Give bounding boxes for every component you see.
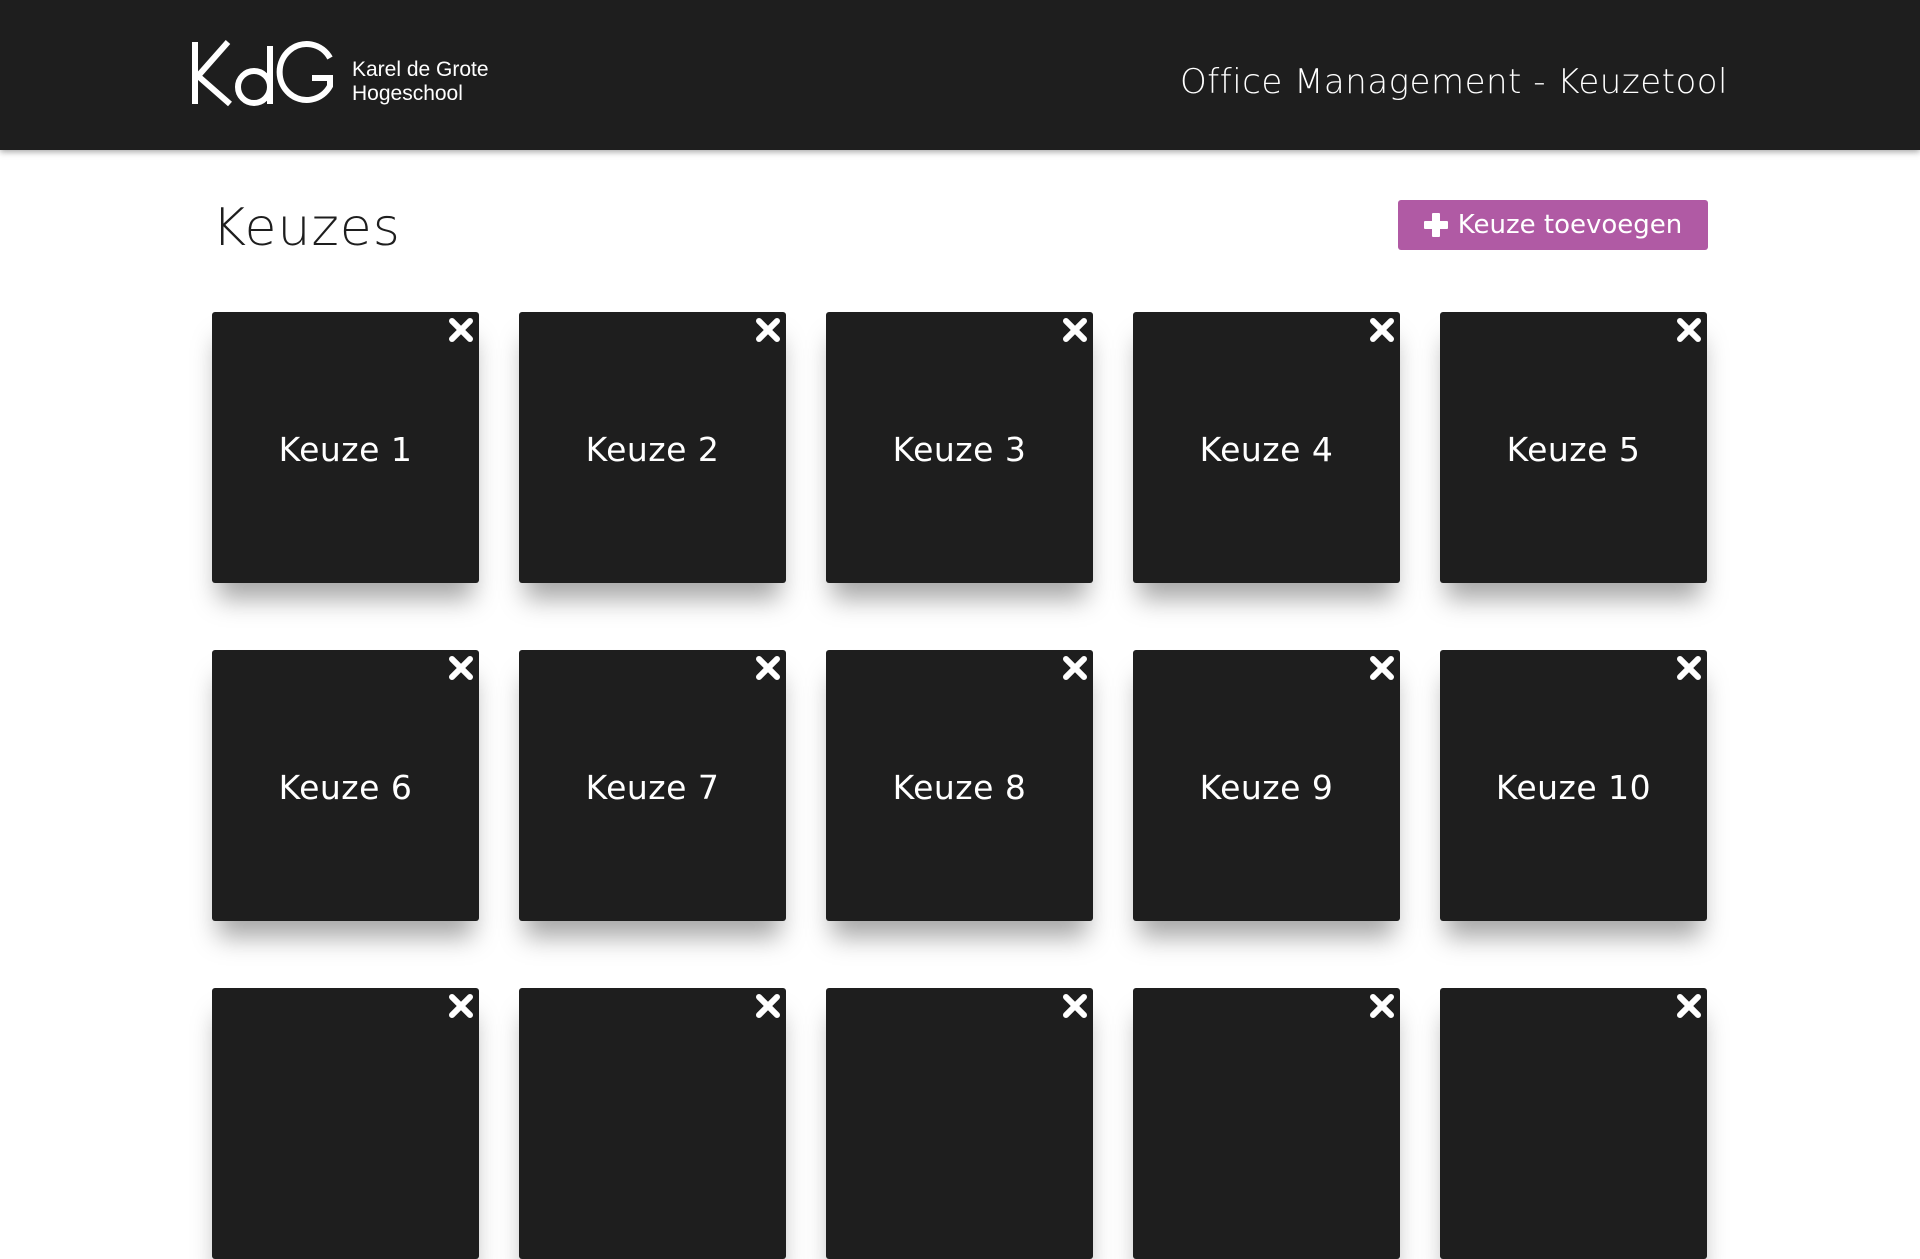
choice-label: Keuze 6 xyxy=(278,768,413,807)
close-icon[interactable] xyxy=(1368,654,1396,682)
choice-card[interactable]: Keuze 4 xyxy=(1133,312,1400,583)
close-icon[interactable] xyxy=(1675,654,1703,682)
logo-line-1: Karel de Grote xyxy=(352,58,489,81)
plus-icon xyxy=(1423,213,1448,237)
close-icon[interactable] xyxy=(447,992,475,1020)
close-icon[interactable] xyxy=(1061,654,1089,682)
app-title: Office Management - Keuzetool xyxy=(1180,62,1728,102)
choice-label: Keuze 1 xyxy=(278,430,413,469)
choices-grid: Keuze 1 Keuze 2 Keuze 3 Keuze 4 Keuze 5 … xyxy=(212,312,1707,1259)
choice-card[interactable]: Keuze 2 xyxy=(519,312,786,583)
close-icon[interactable] xyxy=(1061,992,1089,1020)
close-icon[interactable] xyxy=(1061,316,1089,344)
kdg-logo[interactable]: Karel de Grote Hogeschool xyxy=(190,38,489,108)
top-bar: Karel de Grote Hogeschool Office Managem… xyxy=(0,0,1920,150)
close-icon[interactable] xyxy=(1675,316,1703,344)
close-icon[interactable] xyxy=(447,316,475,344)
choice-card[interactable] xyxy=(1133,988,1400,1259)
close-icon[interactable] xyxy=(754,992,782,1020)
choice-label: Keuze 9 xyxy=(1199,768,1334,807)
choice-label: Keuze 2 xyxy=(585,430,720,469)
logo-line-2: Hogeschool xyxy=(352,82,463,105)
choice-card[interactable]: Keuze 1 xyxy=(212,312,479,583)
choice-label: Keuze 8 xyxy=(892,768,1027,807)
close-icon[interactable] xyxy=(1368,992,1396,1020)
add-choice-label: Keuze toevoegen xyxy=(1457,210,1683,240)
add-choice-button[interactable]: Keuze toevoegen xyxy=(1398,200,1708,250)
choice-label: Keuze 7 xyxy=(585,768,720,807)
close-icon[interactable] xyxy=(1368,316,1396,344)
choice-label: Keuze 10 xyxy=(1495,768,1652,807)
choice-card[interactable]: Keuze 5 xyxy=(1440,312,1707,583)
choice-card[interactable] xyxy=(519,988,786,1259)
close-icon[interactable] xyxy=(1675,992,1703,1020)
choice-card[interactable]: Keuze 8 xyxy=(826,650,1093,921)
logo-text: Karel de Grote Hogeschool xyxy=(352,58,489,106)
kdg-logo-mark xyxy=(192,40,333,107)
choice-card[interactable]: Keuze 3 xyxy=(826,312,1093,583)
choice-label: Keuze 4 xyxy=(1199,430,1334,469)
choice-card[interactable] xyxy=(1440,988,1707,1259)
choice-card[interactable]: Keuze 6 xyxy=(212,650,479,921)
choice-label: Keuze 5 xyxy=(1506,430,1641,469)
choice-card[interactable] xyxy=(826,988,1093,1259)
choice-label: Keuze 3 xyxy=(892,430,1027,469)
choice-card[interactable] xyxy=(212,988,479,1259)
page-title: Keuzes xyxy=(212,198,401,258)
choice-card[interactable]: Keuze 7 xyxy=(519,650,786,921)
close-icon[interactable] xyxy=(754,654,782,682)
choice-card[interactable]: Keuze 10 xyxy=(1440,650,1707,921)
close-icon[interactable] xyxy=(754,316,782,344)
close-icon[interactable] xyxy=(447,654,475,682)
choice-card[interactable]: Keuze 9 xyxy=(1133,650,1400,921)
